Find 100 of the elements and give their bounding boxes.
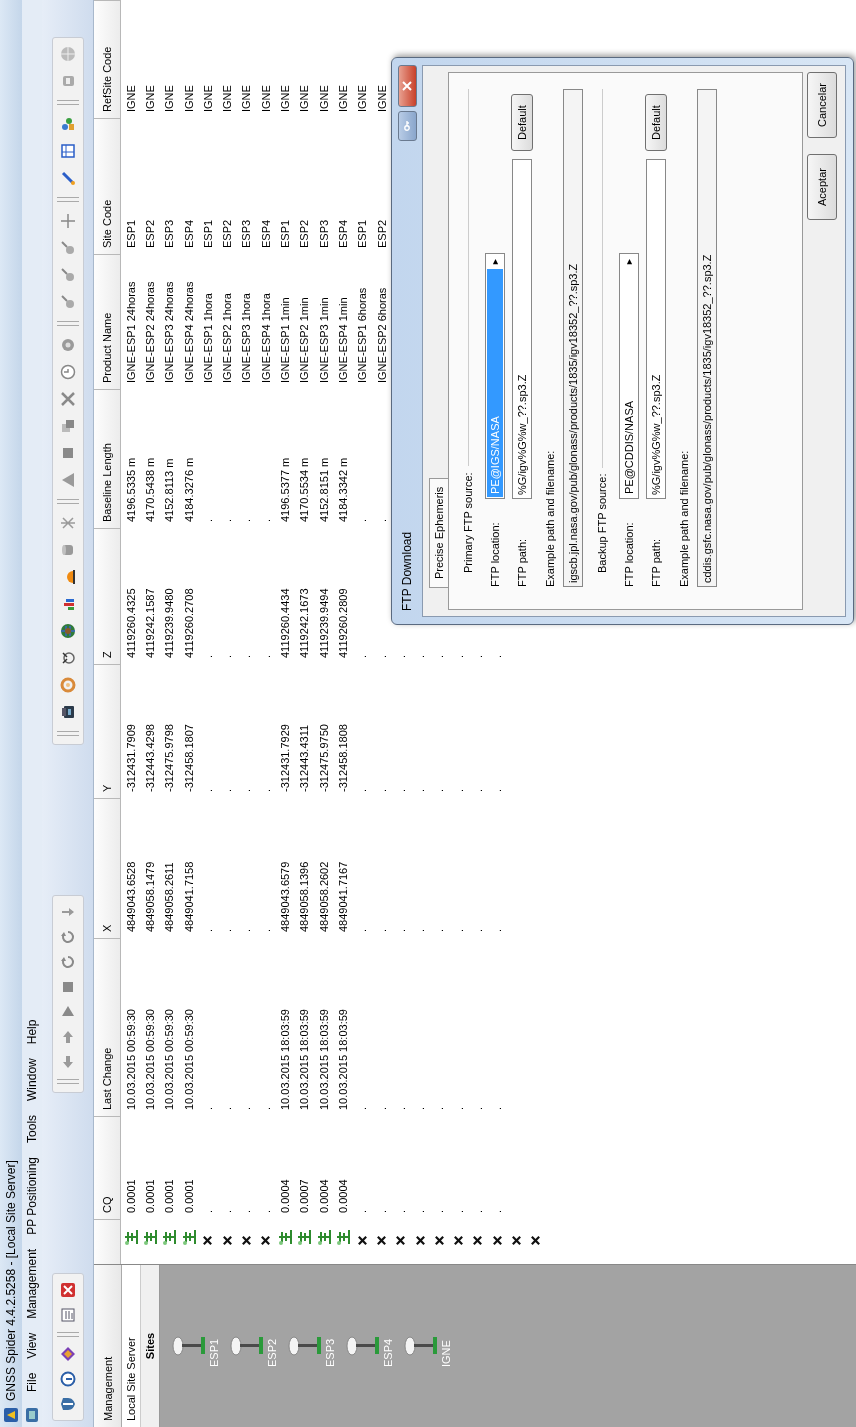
table-cell: .	[356, 518, 369, 522]
table-cell: -312431.7929	[279, 724, 291, 792]
table-cell: .	[221, 518, 234, 522]
table-cell: IGNE	[124, 85, 137, 112]
table-cell: .	[356, 1209, 369, 1213]
app-icon[interactable]	[24, 1407, 40, 1423]
people-icon[interactable]	[59, 116, 76, 132]
table-cell: IGNE	[336, 85, 349, 112]
table-cell: 4119260.2809	[336, 588, 349, 658]
magnifier-icon[interactable]	[59, 294, 76, 310]
table-cell: IGNE-ESP1 24horas	[124, 281, 137, 383]
menu-item[interactable]: File	[25, 1365, 39, 1399]
column-header[interactable]: Site Code	[94, 118, 121, 254]
column-header[interactable]: X	[94, 798, 121, 938]
table-cell: .	[394, 1106, 407, 1110]
menu-item[interactable]: Management	[25, 1241, 39, 1326]
table-cell: ESP1	[201, 219, 214, 248]
pencil-icon[interactable]	[59, 170, 76, 186]
cross-icon	[202, 1235, 214, 1246]
refresh-icon[interactable]	[59, 954, 76, 970]
field-label: Example path and filename:	[543, 449, 557, 587]
shield-icon[interactable]	[59, 1396, 76, 1412]
menu-item[interactable]: Tools	[25, 1107, 39, 1150]
example-field[interactable]: cddis.gsfc.nasa.gov/pub/glonass/products/1835/igv18352_??.sp3.Z	[697, 89, 717, 587]
table-cell: 0.0001	[182, 1179, 195, 1213]
table-cell: IGNE-ESP4 1min	[336, 297, 349, 383]
menu-item[interactable]: View	[25, 1325, 39, 1366]
table-cell: .	[240, 654, 253, 658]
delete-icon[interactable]	[59, 1282, 76, 1298]
table-cell: IGNE-ESP2 24horas	[143, 281, 156, 383]
table-cell: -312475.9798	[163, 724, 176, 792]
column-header[interactable]: CQ	[94, 1116, 121, 1219]
dialog-button[interactable]: Aceptar	[807, 154, 837, 220]
tools-icon[interactable]	[59, 391, 76, 407]
magnifier-icon[interactable]	[59, 267, 76, 283]
menu-item[interactable]: Help	[25, 1012, 39, 1052]
table-cell: ESP4	[259, 219, 272, 248]
circle-icon[interactable]	[59, 1371, 76, 1387]
table-cell: .	[221, 1209, 234, 1213]
table-cell: 4849058.1479	[143, 861, 156, 932]
table-cell: 4849043.6579	[279, 861, 291, 932]
close-button[interactable]	[397, 65, 417, 107]
menu-item[interactable]: Window	[25, 1051, 39, 1108]
table-cell: 0.0007	[298, 1179, 311, 1213]
key-icon	[402, 121, 412, 131]
receiver-icon	[335, 1228, 350, 1246]
diamond-icon[interactable]	[59, 1346, 76, 1362]
table-cell: .	[491, 654, 504, 658]
default-button[interactable]: Default	[511, 94, 533, 151]
copy-icon[interactable]	[59, 418, 76, 434]
receiver-icon	[142, 1228, 157, 1246]
cross-icon	[453, 1235, 465, 1246]
document-icon[interactable]	[59, 1307, 76, 1323]
example-field[interactable]: igscb.jpl.nasa.gov/pub/glonass/products/1835/igv18352_??.sp3.Z	[563, 89, 583, 587]
table-cell: IGNE-ESP1 1hora	[201, 293, 214, 383]
table-cell: 4196.5377 m	[279, 457, 291, 522]
table-cell: IGNE-ESP4 1hora	[259, 293, 272, 383]
help-button[interactable]	[397, 111, 417, 141]
menu-item[interactable]: PP Positioning	[25, 1149, 39, 1242]
location-dropdown[interactable]: PE@CDDIS/NASA	[619, 253, 639, 499]
column-header[interactable]: Z	[94, 528, 121, 664]
table-cell: IGNE	[375, 85, 388, 112]
table-cell: .	[433, 928, 446, 932]
crosshair-icon[interactable]	[59, 213, 76, 229]
column-header	[94, 1219, 121, 1264]
field-label: FTP path:	[650, 537, 662, 587]
column-header[interactable]: Y	[94, 664, 121, 798]
clock-icon[interactable]	[59, 364, 76, 380]
table-cell: .	[240, 928, 253, 932]
globe-icon[interactable]	[59, 623, 76, 639]
ring-icon[interactable]	[59, 677, 76, 693]
cross-icon	[395, 1235, 407, 1246]
table-cell: IGNE	[317, 85, 330, 112]
close-icon	[402, 81, 412, 91]
path-field[interactable]: %G/igv%G%w_??.sp3.Z	[646, 159, 666, 499]
default-button[interactable]: Default	[645, 94, 667, 151]
cross-icon	[260, 1235, 272, 1246]
gear-icon[interactable]	[59, 337, 76, 353]
tab[interactable]: Precise Ephemeris	[429, 477, 448, 588]
table-icon[interactable]	[59, 143, 76, 159]
table-cell: IGNE-ESP1 1min	[279, 297, 291, 383]
column-header[interactable]: Baseline Length	[94, 389, 121, 528]
refresh-icon[interactable]	[59, 929, 76, 945]
magnifier-icon[interactable]	[59, 240, 76, 256]
column-header[interactable]: Last Change	[94, 938, 121, 1116]
column-header[interactable]: Product Name	[94, 254, 121, 389]
device-icon[interactable]	[59, 704, 76, 720]
table-cell: 4119239.9480	[163, 588, 176, 658]
table-cell: IGNE	[201, 85, 214, 112]
table-cell: ESP3	[317, 219, 330, 248]
table-cell: ESP1	[356, 219, 369, 248]
dialog-button[interactable]: Cancelar	[807, 72, 837, 138]
table-cell: IGNE-ESP2 1min	[298, 297, 311, 383]
section-tab[interactable]: Sites	[140, 1265, 160, 1427]
table-cell: .	[491, 928, 504, 932]
path-field[interactable]: %G/igv%G%w_??.sp3.Z	[512, 159, 532, 499]
cylinder-icon[interactable]	[59, 542, 76, 558]
table-cell: 10.03.2015 00:59:30	[143, 1009, 156, 1110]
table-cell: 4849041.7167	[336, 861, 349, 932]
column-header[interactable]: RefSite Code	[94, 0, 121, 118]
